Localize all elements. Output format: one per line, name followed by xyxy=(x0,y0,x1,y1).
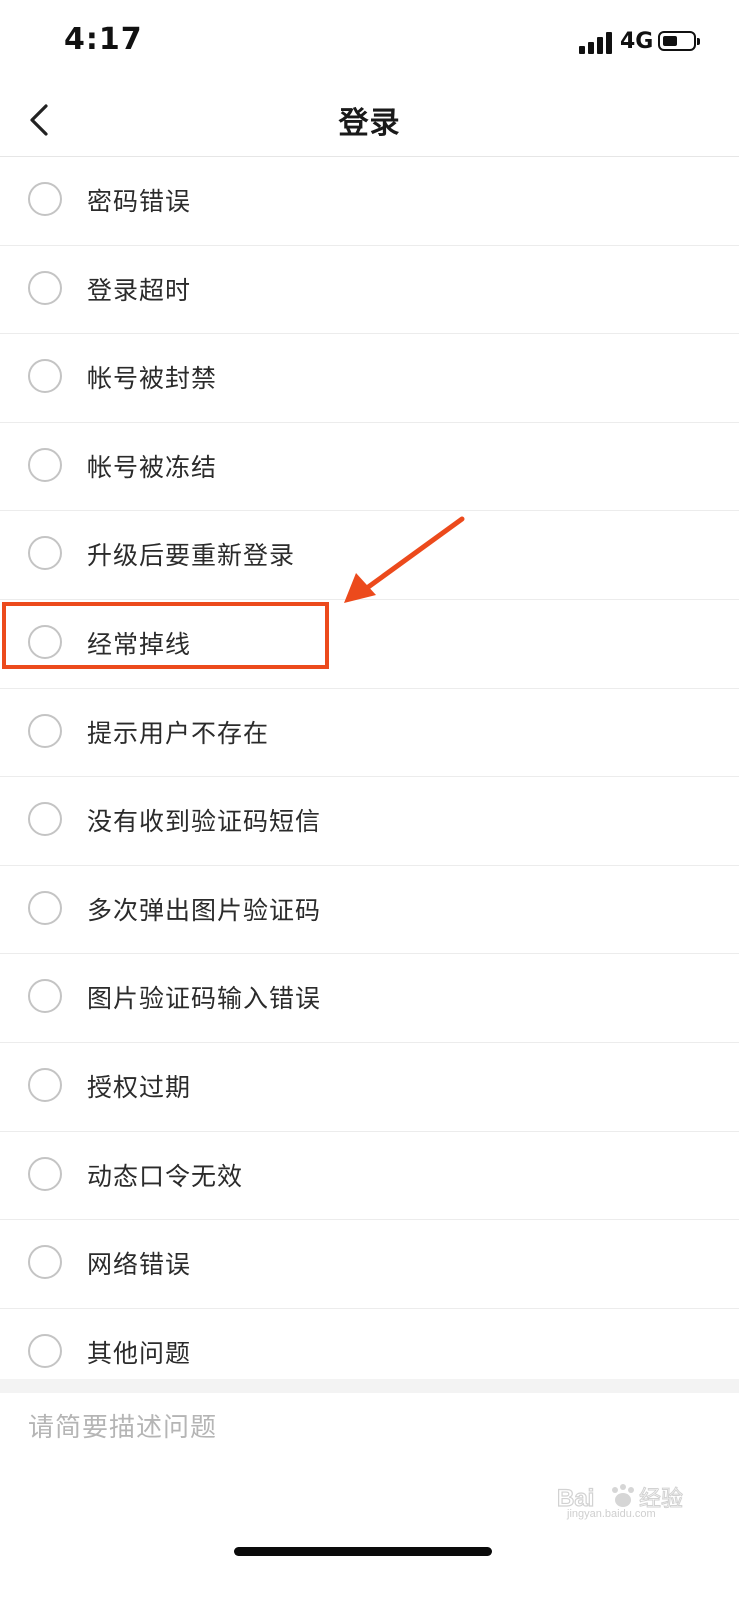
radio-button[interactable] xyxy=(28,1067,62,1102)
option-label: 升级后要重新登录 xyxy=(87,541,296,571)
option-label: 登录超时 xyxy=(87,275,192,305)
radio-button[interactable] xyxy=(28,802,62,837)
option-label: 网络错误 xyxy=(87,1250,192,1280)
option-label: 帐号被封禁 xyxy=(87,364,218,394)
option-label: 经常掉线 xyxy=(87,629,192,659)
home-indicator[interactable] xyxy=(234,1547,492,1556)
option-item[interactable]: 动态口令无效 xyxy=(0,1132,739,1221)
page-title: 登录 xyxy=(338,106,401,141)
battery-icon xyxy=(658,31,700,51)
option-label: 图片验证码输入错误 xyxy=(87,984,322,1014)
option-item[interactable]: 图片验证码输入错误 xyxy=(0,954,739,1043)
radio-button[interactable] xyxy=(28,359,62,394)
option-label: 提示用户不存在 xyxy=(87,718,270,748)
nav-bar: 登录 xyxy=(0,90,739,157)
option-label: 帐号被冻结 xyxy=(87,452,218,482)
option-item[interactable]: 没有收到验证码短信 xyxy=(0,777,739,866)
radio-button[interactable] xyxy=(28,890,62,925)
option-item[interactable]: 提示用户不存在 xyxy=(0,689,739,778)
issue-option-list: 密码错误 登录超时 帐号被封禁 帐号被冻结 升级后要重新登录 经常掉线 提示用户… xyxy=(0,157,739,1397)
option-item[interactable]: 登录超时 xyxy=(0,246,739,335)
option-label: 密码错误 xyxy=(87,187,192,216)
radio-button[interactable] xyxy=(28,447,62,482)
network-type-label: 4G xyxy=(620,29,654,54)
option-item[interactable]: 多次弹出图片验证码 xyxy=(0,866,739,955)
signal-strength-icon xyxy=(579,30,615,54)
problem-description-input[interactable] xyxy=(0,1393,739,1523)
status-time: 4:17 xyxy=(64,22,143,57)
radio-button[interactable] xyxy=(28,624,62,659)
option-item[interactable]: 网络错误 xyxy=(0,1220,739,1309)
radio-button[interactable] xyxy=(28,1156,62,1191)
option-label: 多次弹出图片验证码 xyxy=(87,895,322,925)
option-item-highlighted[interactable]: 经常掉线 xyxy=(0,600,739,689)
option-item[interactable]: 帐号被冻结 xyxy=(0,423,739,512)
option-label: 授权过期 xyxy=(87,1072,192,1102)
option-item[interactable]: 升级后要重新登录 xyxy=(0,511,739,600)
radio-button[interactable] xyxy=(28,270,62,305)
radio-button[interactable] xyxy=(28,713,62,748)
option-label: 没有收到验证码短信 xyxy=(87,807,322,837)
radio-button[interactable] xyxy=(28,979,62,1014)
radio-button[interactable] xyxy=(28,182,62,216)
option-item[interactable]: 授权过期 xyxy=(0,1043,739,1132)
section-divider xyxy=(0,1379,739,1393)
option-label: 其他问题 xyxy=(87,1338,192,1368)
option-item[interactable]: 密码错误 xyxy=(0,157,739,246)
option-item[interactable]: 帐号被封禁 xyxy=(0,334,739,423)
radio-button[interactable] xyxy=(28,1333,62,1368)
radio-button[interactable] xyxy=(28,1245,62,1280)
option-label: 动态口令无效 xyxy=(87,1161,244,1191)
radio-button[interactable] xyxy=(28,536,62,571)
status-bar: 4:17 4G xyxy=(0,0,739,90)
